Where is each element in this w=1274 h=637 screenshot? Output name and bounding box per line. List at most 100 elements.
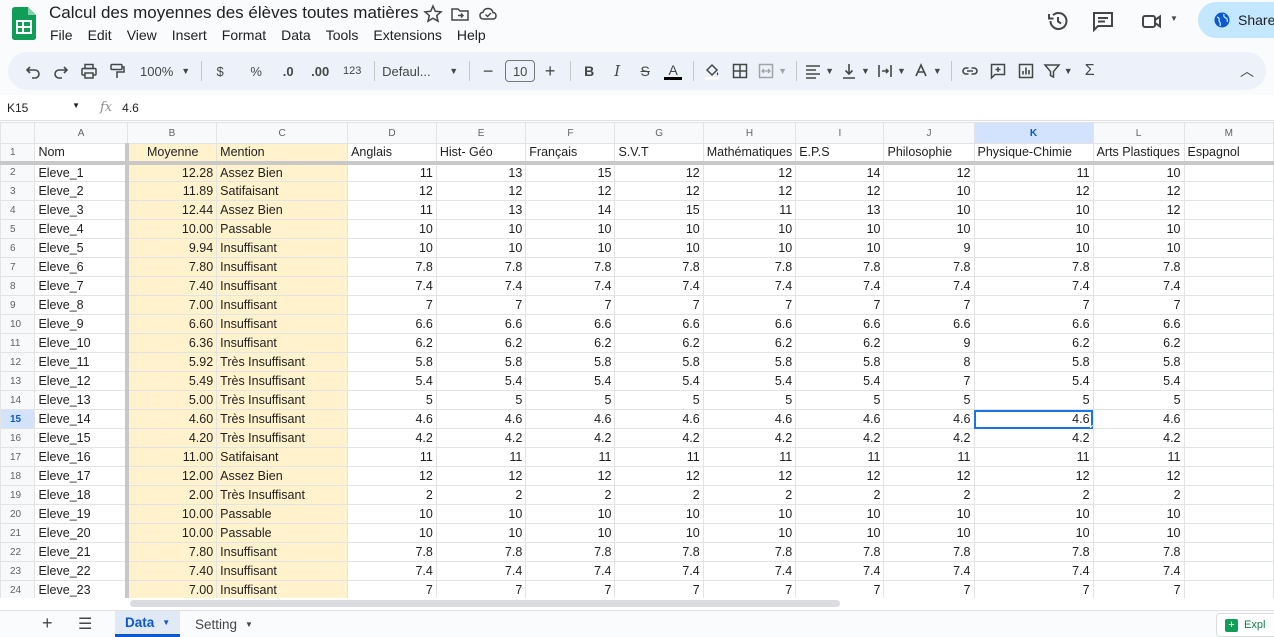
table-cell[interactable]: 15 bbox=[614, 200, 704, 220]
table-cell[interactable]: 7.8 bbox=[614, 257, 704, 277]
table-cell[interactable]: Insuffisant bbox=[216, 257, 349, 277]
table-cell[interactable]: 2 bbox=[795, 485, 885, 505]
menu-format[interactable]: Format bbox=[222, 27, 273, 43]
row-header[interactable]: 17 bbox=[0, 447, 36, 467]
table-cell[interactable]: 5.4 bbox=[525, 371, 616, 391]
table-cell[interactable]: 7.4 bbox=[1092, 561, 1185, 581]
table-cell[interactable]: 4.6 bbox=[347, 409, 437, 429]
table-cell[interactable]: 6.6 bbox=[795, 314, 885, 334]
table-cell[interactable]: 13 bbox=[435, 200, 527, 220]
table-cell[interactable]: 10 bbox=[435, 219, 527, 239]
row-header[interactable]: 13 bbox=[0, 371, 36, 391]
table-cell[interactable]: 7.4 bbox=[435, 276, 527, 296]
table-cell[interactable]: 6.6 bbox=[435, 314, 527, 334]
table-cell[interactable]: 7.40 bbox=[126, 561, 218, 581]
row-header[interactable]: 5 bbox=[0, 219, 36, 239]
table-cell[interactable]: 10 bbox=[347, 523, 437, 543]
table-cell[interactable]: 12 bbox=[1092, 466, 1185, 486]
table-cell[interactable]: 7.4 bbox=[973, 276, 1094, 296]
row-header[interactable]: 3 bbox=[0, 181, 36, 201]
table-cell[interactable]: 10 bbox=[1092, 523, 1185, 543]
table-cell[interactable]: 10 bbox=[883, 181, 975, 201]
table-cell[interactable]: 7.8 bbox=[702, 542, 797, 562]
row-header[interactable]: 2 bbox=[0, 162, 36, 182]
table-cell[interactable]: 11 bbox=[525, 447, 616, 467]
row-header[interactable]: 11 bbox=[0, 333, 36, 353]
table-cell[interactable]: 10 bbox=[525, 238, 616, 258]
table-cell[interactable]: 7 bbox=[525, 295, 616, 315]
table-cell[interactable]: Eleve_23 bbox=[34, 580, 130, 600]
table-cell[interactable]: 12 bbox=[702, 466, 797, 486]
table-cell[interactable]: 7.4 bbox=[525, 276, 616, 296]
table-cell[interactable]: 10 bbox=[525, 523, 616, 543]
table-cell[interactable] bbox=[1183, 276, 1274, 296]
font-size-increase-icon[interactable]: + bbox=[539, 58, 561, 84]
font-family-select[interactable]: Defaul... ▼ bbox=[382, 58, 458, 84]
table-cell[interactable]: 2 bbox=[347, 485, 437, 505]
table-cell[interactable]: 10 bbox=[702, 523, 797, 543]
name-box[interactable]: K15 ▼ bbox=[0, 101, 88, 115]
table-cell[interactable]: 12 bbox=[347, 181, 437, 201]
table-cell[interactable]: 2 bbox=[702, 485, 797, 505]
table-cell[interactable]: 8 bbox=[883, 352, 975, 372]
table-cell[interactable]: 10 bbox=[525, 219, 616, 239]
column-header-j[interactable]: J bbox=[883, 122, 975, 144]
table-cell[interactable]: Très Insuffisant bbox=[216, 485, 349, 505]
insert-link-icon[interactable] bbox=[959, 58, 981, 84]
row-header[interactable]: 16 bbox=[0, 428, 36, 448]
table-cell[interactable]: Insuffisant bbox=[216, 542, 349, 562]
table-cell[interactable]: 10 bbox=[795, 219, 885, 239]
table-cell[interactable]: 7.8 bbox=[973, 542, 1094, 562]
table-cell[interactable]: Insuffisant bbox=[216, 561, 349, 581]
table-cell[interactable]: Eleve_14 bbox=[34, 409, 130, 429]
header-cell[interactable]: Hist- Géo bbox=[435, 143, 527, 165]
table-cell[interactable]: 7 bbox=[702, 580, 797, 600]
table-cell[interactable]: 11 bbox=[702, 447, 797, 467]
table-cell[interactable]: 5 bbox=[973, 390, 1094, 410]
functions-icon[interactable]: Σ bbox=[1079, 58, 1101, 84]
table-cell[interactable]: Eleve_4 bbox=[34, 219, 130, 239]
header-cell[interactable]: Arts Plastiques bbox=[1092, 143, 1185, 165]
table-cell[interactable] bbox=[1183, 428, 1274, 448]
table-cell[interactable]: 6.6 bbox=[883, 314, 975, 334]
table-cell[interactable]: 10 bbox=[525, 504, 616, 524]
menu-view[interactable]: View bbox=[127, 27, 164, 43]
column-header-k[interactable]: K bbox=[973, 122, 1094, 144]
table-cell[interactable]: 4.2 bbox=[702, 428, 797, 448]
table-cell[interactable]: 10 bbox=[883, 219, 975, 239]
table-cell[interactable]: 6.2 bbox=[435, 333, 527, 353]
table-cell[interactable]: 5 bbox=[1092, 390, 1185, 410]
table-cell[interactable]: 11 bbox=[1092, 447, 1185, 467]
version-history-icon[interactable] bbox=[1046, 9, 1070, 33]
table-cell[interactable]: 5.00 bbox=[126, 390, 218, 410]
table-cell[interactable]: Insuffisant bbox=[216, 333, 349, 353]
font-size-decrease-icon[interactable]: − bbox=[477, 58, 499, 84]
table-cell[interactable]: 7.80 bbox=[126, 542, 218, 562]
table-cell[interactable]: 10.00 bbox=[126, 523, 218, 543]
row-header[interactable]: 10 bbox=[0, 314, 36, 334]
table-cell[interactable]: 6.6 bbox=[702, 314, 797, 334]
table-cell[interactable]: 7.8 bbox=[614, 542, 704, 562]
column-header-e[interactable]: E bbox=[435, 122, 527, 144]
table-cell[interactable]: Eleve_11 bbox=[34, 352, 130, 372]
row-header[interactable]: 7 bbox=[0, 257, 36, 277]
table-cell[interactable]: 7.8 bbox=[347, 542, 437, 562]
table-cell[interactable]: 12 bbox=[973, 466, 1094, 486]
table-cell[interactable]: 12 bbox=[614, 466, 704, 486]
table-cell[interactable]: 2.00 bbox=[126, 485, 218, 505]
table-cell[interactable]: 11 bbox=[614, 447, 704, 467]
table-cell[interactable]: Eleve_12 bbox=[34, 371, 130, 391]
borders-icon[interactable] bbox=[729, 58, 751, 84]
horizontal-align-icon[interactable]: ▼ bbox=[804, 58, 834, 84]
text-wrapping-icon[interactable]: ▼ bbox=[876, 58, 906, 84]
row-header[interactable]: 21 bbox=[0, 523, 36, 543]
table-cell[interactable]: 12 bbox=[883, 162, 975, 182]
print-icon[interactable] bbox=[78, 58, 100, 84]
table-cell[interactable] bbox=[1183, 162, 1274, 182]
menu-edit[interactable]: Edit bbox=[88, 27, 119, 43]
table-cell[interactable]: 10.00 bbox=[126, 504, 218, 524]
table-cell[interactable]: 7.8 bbox=[795, 257, 885, 277]
table-cell[interactable]: 12 bbox=[614, 181, 704, 201]
table-cell[interactable]: 14 bbox=[795, 162, 885, 182]
currency-format-button[interactable]: $ bbox=[209, 58, 231, 84]
